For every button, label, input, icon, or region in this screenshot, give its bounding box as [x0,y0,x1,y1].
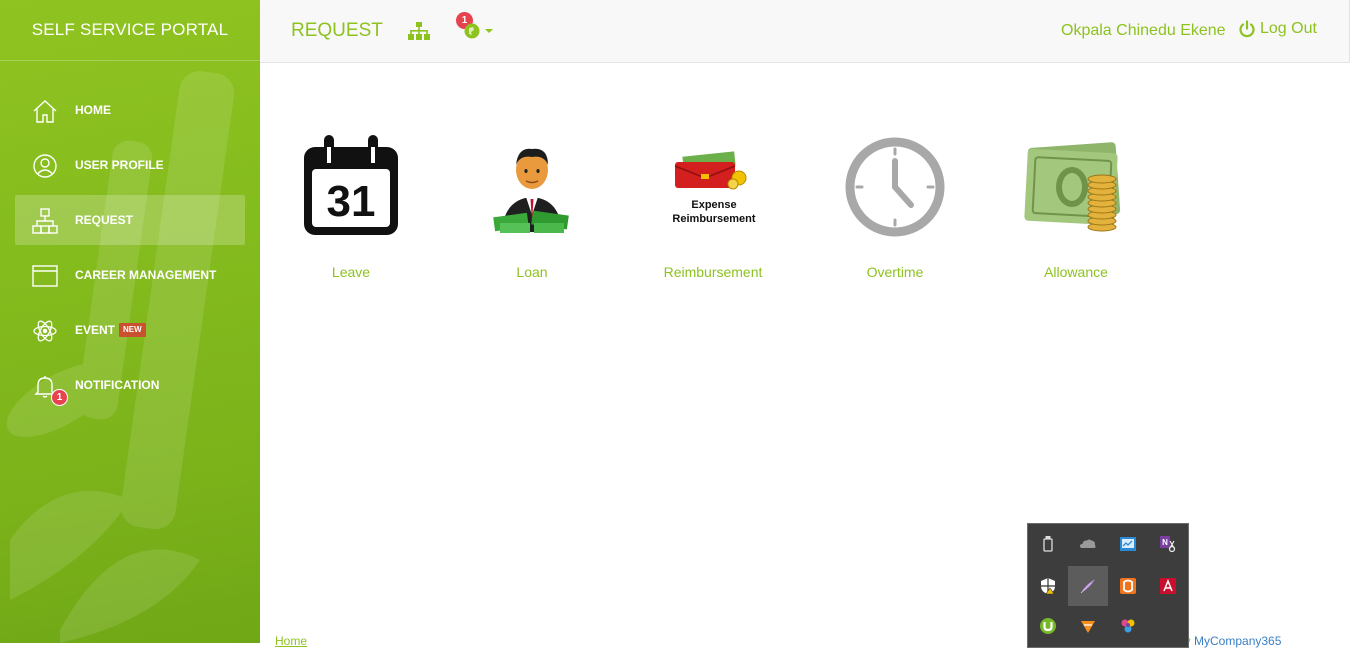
chevron-down-icon [485,29,493,33]
sidebar-item-request[interactable]: REQUEST [15,195,245,245]
top-bar: REQUEST 1 Okpala Chinedu Ekene Log Out [260,0,1350,63]
onedrive-cloud-icon[interactable] [1068,524,1108,564]
sitemap-icon[interactable] [408,22,430,40]
onenote-clipper-icon[interactable]: N [1148,524,1188,564]
xampp-icon[interactable] [1108,566,1148,606]
sidebar-nav: HOME USER PROFILE REQUEST CAREER MANAGEM… [15,85,245,415]
power-icon [1239,20,1255,38]
tile-label: Overtime [866,264,924,280]
tile-label: Loan [516,264,548,280]
system-tray-overflow: N [1027,523,1189,648]
page-title: REQUEST [291,20,383,41]
expense-reimbursement-icon: Expense Reimbursement [658,132,768,242]
colorful-app-icon[interactable] [1108,606,1148,646]
sidebar-item-career-management[interactable]: CAREER MANAGEMENT [15,250,245,300]
defender-warning-icon[interactable] [1028,566,1068,606]
user-name[interactable]: Okpala Chinedu Ekene [1061,22,1226,40]
sidebar-item-notification[interactable]: 1 NOTIFICATION [15,360,245,410]
user-circle-icon [31,152,59,180]
svg-text:N: N [1162,538,1168,547]
overtime-tile[interactable]: Overtime [804,132,986,280]
sidebar: SELF SERVICE PORTAL HOME USER PROFILE RE… [0,0,260,643]
reimbursement-tile[interactable]: Expense Reimbursement Reimbursement [622,132,804,280]
adobe-icon[interactable] [1148,566,1188,606]
money-coins-icon [1021,132,1131,242]
image-text-line2: Reimbursement [672,213,755,225]
calendar-31-icon: 31 [296,132,406,242]
breadcrumb-home-link[interactable]: Home [275,634,307,648]
atom-icon [31,317,59,345]
businessman-money-icon [477,132,587,242]
tile-label: Reimbursement [663,264,763,280]
app-title: SELF SERVICE PORTAL [0,0,260,61]
loan-tile[interactable]: Loan [441,132,623,280]
image-text-line1: Expense [691,199,736,211]
feather-icon[interactable] [1068,566,1108,606]
sidebar-item-label: EVENT [75,323,116,337]
calendar-day-text: 31 [327,177,376,226]
sidebar-item-user-profile[interactable]: USER PROFILE [15,140,245,190]
allowance-tile[interactable]: Allowance [985,132,1167,280]
home-icon [31,97,59,125]
sidebar-item-event[interactable]: EVENT NEW [15,305,245,355]
clock-icon [840,132,950,242]
sidebar-item-label: USER PROFILE [75,158,164,172]
logout-button[interactable]: Log Out [1238,20,1317,38]
utorrent-icon[interactable] [1028,606,1068,646]
logout-label: Log Out [1260,20,1317,37]
credit-link[interactable]: MyCompany365 [1194,634,1281,648]
leave-tile[interactable]: 31 Leave [260,132,442,280]
app-blue-icon[interactable] [1108,524,1148,564]
tile-label: Allowance [1044,264,1108,280]
sidebar-item-home[interactable]: HOME [15,85,245,135]
usb-drive-icon[interactable] [1028,524,1068,564]
sidebar-item-label: REQUEST [75,213,134,227]
notification-count-badge: 1 [51,389,68,406]
sidebar-item-label: NOTIFICATION [75,378,160,392]
sidebar-item-label: HOME [75,103,111,117]
notification-dropdown[interactable]: 1 [456,12,500,42]
sidebar-item-label: CAREER MANAGEMENT [75,268,217,282]
new-badge: NEW [119,323,146,337]
window-icon [31,262,59,290]
tile-label: Leave [331,264,371,280]
vlc-cone-icon[interactable] [1068,606,1108,646]
globe-icon [464,23,480,39]
sitemap-icon [31,207,59,235]
